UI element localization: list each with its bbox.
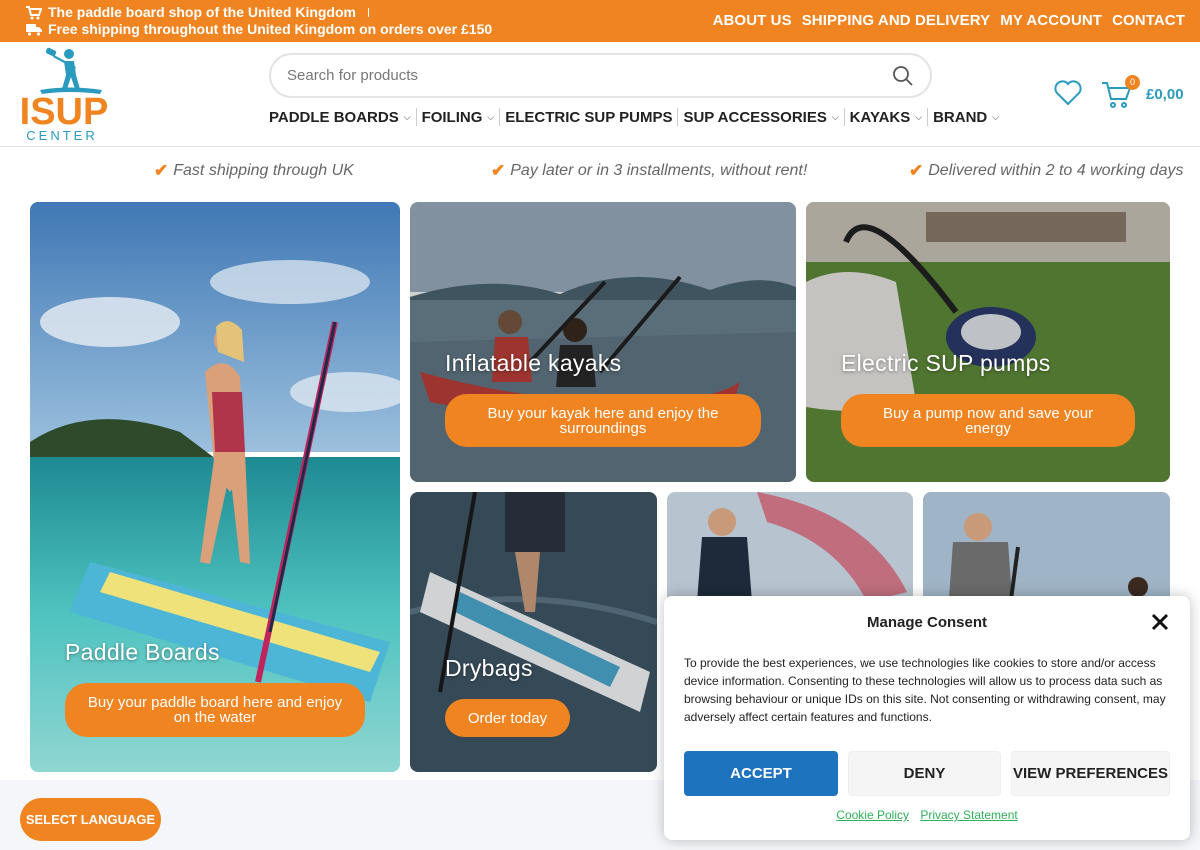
chevron-down-icon: ⌵ [992, 111, 1000, 122]
promo-text-1: The paddle board shop of the United King… [48, 4, 356, 20]
category-tile-kayaks[interactable]: Inflatable kayaks Buy your kayak here an… [410, 202, 796, 482]
category-tile-drybags[interactable]: Drybags Order today [410, 492, 657, 772]
link-about-us[interactable]: ABOUT US [713, 12, 792, 29]
privacy-statement-link[interactable]: Privacy Statement [920, 808, 1017, 822]
nav-label: BRAND [933, 108, 988, 126]
chevron-down-icon: ⌵ [915, 111, 923, 122]
buy-pump-button[interactable]: Buy a pump now and save your energy [841, 394, 1135, 447]
buy-paddle-board-button[interactable]: Buy your paddle board here and enjoy on … [65, 683, 365, 737]
search-bar[interactable]: Search for products [269, 53, 932, 98]
category-tile-paddle-boards[interactable]: Paddle Boards Buy your paddle board here… [30, 202, 400, 772]
site-header: ISUP CENTER Search for products PADDLE B… [0, 42, 1200, 147]
select-language-button[interactable]: SELECT LANGUAGE [20, 798, 161, 841]
usp-bar: ✔ Fast shipping through UK ✔ Pay later or … [0, 147, 1200, 192]
search-icon[interactable] [892, 65, 914, 87]
logo-subtext: CENTER [26, 128, 97, 143]
check-icon: ✔ [909, 161, 924, 180]
nav-label: ELECTRIC SUP PUMPS [505, 108, 673, 126]
nav-electric-sup-pumps[interactable]: ELECTRIC SUP PUMPS [505, 108, 679, 126]
nav-label: KAYAKS [849, 108, 911, 126]
tile-title: Paddle Boards [65, 639, 220, 665]
accept-button[interactable]: ACCEPT [684, 751, 838, 796]
chevron-down-icon: ⌵ [487, 111, 495, 122]
nav-label: SUP ACCESSORIES [683, 108, 827, 126]
deny-button[interactable]: DENY [848, 751, 1001, 796]
heart-icon[interactable] [1053, 78, 1083, 108]
view-preferences-button[interactable]: VIEW PREFERENCES [1011, 751, 1170, 796]
top-bar: The paddle board shop of the United King… [0, 0, 1200, 42]
promo-messages: The paddle board shop of the United King… [26, 4, 492, 38]
usp-item: ✔ Fast shipping through UK [154, 161, 354, 181]
cart-count-badge: 0 [1125, 75, 1140, 90]
nav-label: FOILING [421, 108, 483, 126]
check-icon: ✔ [491, 161, 506, 180]
usp-text: Fast shipping through UK [173, 162, 354, 179]
usp-text: Delivered within 2 to 4 working days [928, 162, 1184, 179]
nav-paddle-boards[interactable]: PADDLE BOARDS ⌵ [269, 108, 417, 126]
cart-icon [26, 5, 42, 19]
link-my-account[interactable]: MY ACCOUNT [1000, 12, 1102, 29]
chevron-down-icon: ⌵ [403, 111, 411, 122]
cookie-consent-dialog: Manage Consent To provide the best exper… [664, 596, 1190, 840]
usp-item: ✔ Delivered within 2 to 4 working days [909, 161, 1183, 181]
delivery-truck-icon [26, 24, 42, 36]
consent-links: Cookie Policy Privacy Statement [664, 808, 1190, 822]
nav-foiling[interactable]: FOILING ⌵ [422, 108, 501, 126]
search-input[interactable]: Search for products [287, 67, 892, 84]
cart-total[interactable]: £0,00 [1146, 86, 1184, 103]
category-tile-electric-pumps[interactable]: Electric SUP pumps Buy a pump now and sa… [806, 202, 1170, 482]
divider [368, 8, 369, 17]
chevron-down-icon: ⌵ [831, 111, 839, 122]
tile-title: Drybags [445, 655, 533, 681]
tile-title: Inflatable kayaks [445, 350, 622, 376]
nav-label: PADDLE BOARDS [269, 108, 399, 126]
site-logo[interactable]: ISUP CENTER [14, 47, 114, 143]
link-shipping-delivery[interactable]: SHIPPING AND DELIVERY [802, 12, 991, 29]
close-icon[interactable] [1150, 612, 1170, 632]
usp-item: ✔ Pay later or in 3 installments, without… [491, 161, 807, 181]
nav-kayaks[interactable]: KAYAKS ⌵ [849, 108, 929, 126]
usp-text: Pay later or in 3 installments, without … [510, 162, 808, 179]
buy-kayak-button[interactable]: Buy your kayak here and enjoy the surrou… [445, 394, 761, 447]
check-icon: ✔ [154, 161, 169, 180]
order-drybags-button[interactable]: Order today [445, 699, 570, 737]
promo-text-2: Free shipping throughout the United King… [48, 21, 493, 37]
main-navigation: PADDLE BOARDS ⌵ FOILING ⌵ ELECTRIC SUP PUM… [269, 108, 1009, 126]
tile-title: Electric SUP pumps [841, 350, 1051, 376]
cookie-policy-link[interactable]: Cookie Policy [836, 808, 909, 822]
logo-text: ISUP [20, 91, 109, 133]
top-links: ABOUT US SHIPPING AND DELIVERY MY ACCOUN… [713, 12, 1185, 29]
nav-sup-accessories[interactable]: SUP ACCESSORIES ⌵ [683, 108, 845, 126]
consent-body-text: To provide the best experiences, we use … [684, 656, 1166, 724]
link-contact[interactable]: CONTACT [1112, 12, 1185, 29]
consent-title: Manage Consent [866, 614, 987, 631]
nav-brand[interactable]: BRAND ⌵ [933, 108, 1004, 126]
